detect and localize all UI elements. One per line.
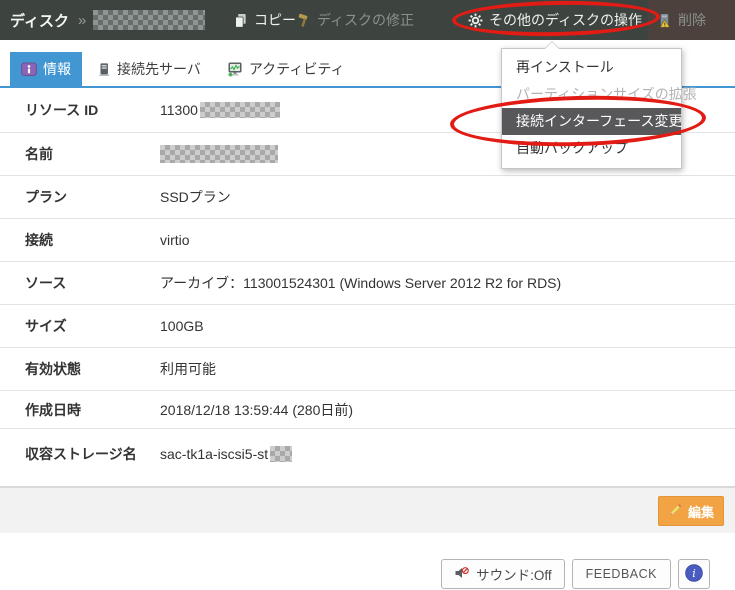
gear-icon — [468, 13, 483, 28]
info-tab-icon — [21, 61, 37, 77]
menu-item-partition-expand[interactable]: パーティションサイズの拡張 — [502, 81, 681, 108]
edit-button[interactable]: 編集 — [658, 496, 724, 526]
breadcrumb-separator: » — [78, 12, 86, 29]
hammer-icon — [296, 13, 311, 28]
pencil-icon — [668, 502, 683, 520]
other-operations-menu: 再インストール パーティションサイズの拡張 接続インターフェース変更 自動バック… — [501, 48, 682, 169]
status-bar: サウンド:Off FEEDBACK i — [441, 559, 710, 589]
action-strip: 編集 — [0, 486, 735, 533]
info-circle-icon: i — [684, 563, 704, 586]
disk-name-redacted — [93, 10, 205, 30]
info-row-created: 作成日時 2018/12/18 13:59:44 (280日前) — [0, 391, 735, 429]
top-toolbar: ディスク » コピー ディスクの修正 その他のディスクの操作 ▼ 削除 — [0, 0, 735, 40]
modify-disk-button[interactable]: ディスクの修正 — [296, 0, 414, 40]
resource-id-redacted — [200, 102, 280, 118]
menu-item-change-interface[interactable]: 接続インターフェース変更 — [502, 108, 681, 135]
tab-info[interactable]: 情報 — [10, 52, 82, 86]
tab-activity[interactable]: アクティビティ — [216, 52, 356, 86]
breadcrumb: ディスク » — [10, 0, 205, 40]
copy-icon — [233, 13, 248, 28]
other-disk-operations-button[interactable]: その他のディスクの操作 ▼ — [468, 0, 663, 40]
info-row-connection: 接続 virtio — [0, 219, 735, 262]
server-icon — [97, 62, 111, 77]
tab-connected-server[interactable]: 接続先サーバ — [86, 52, 212, 86]
info-row-availability: 有効状態 利用可能 — [0, 348, 735, 391]
sound-toggle-button[interactable]: サウンド:Off — [441, 559, 565, 589]
storage-name-redacted — [270, 446, 292, 462]
info-row-source: ソース アーカイブ：113001524301 (Windows Server 2… — [0, 262, 735, 305]
name-redacted — [160, 145, 278, 163]
svg-text:i: i — [692, 567, 696, 580]
feedback-button[interactable]: FEEDBACK — [572, 559, 671, 589]
speaker-mute-icon — [454, 566, 470, 583]
info-row-storage: 収容ストレージ名 sac-tk1a-iscsi5-st — [0, 429, 735, 479]
activity-monitor-icon — [227, 61, 243, 77]
menu-item-auto-backup[interactable]: 自動バックアップ — [502, 135, 681, 162]
disk-detail-page: ディスク » コピー ディスクの修正 その他のディスクの操作 ▼ 削除 情報 — [0, 0, 735, 590]
info-row-plan: プラン SSDプラン — [0, 176, 735, 219]
menu-item-reinstall[interactable]: 再インストール — [502, 54, 681, 81]
breadcrumb-disk[interactable]: ディスク — [10, 10, 69, 31]
delete-warning-icon — [657, 13, 672, 28]
copy-button[interactable]: コピー — [233, 0, 296, 40]
info-row-size: サイズ 100GB — [0, 305, 735, 348]
help-info-button[interactable]: i — [678, 559, 710, 589]
delete-button[interactable]: 削除 — [648, 0, 735, 40]
